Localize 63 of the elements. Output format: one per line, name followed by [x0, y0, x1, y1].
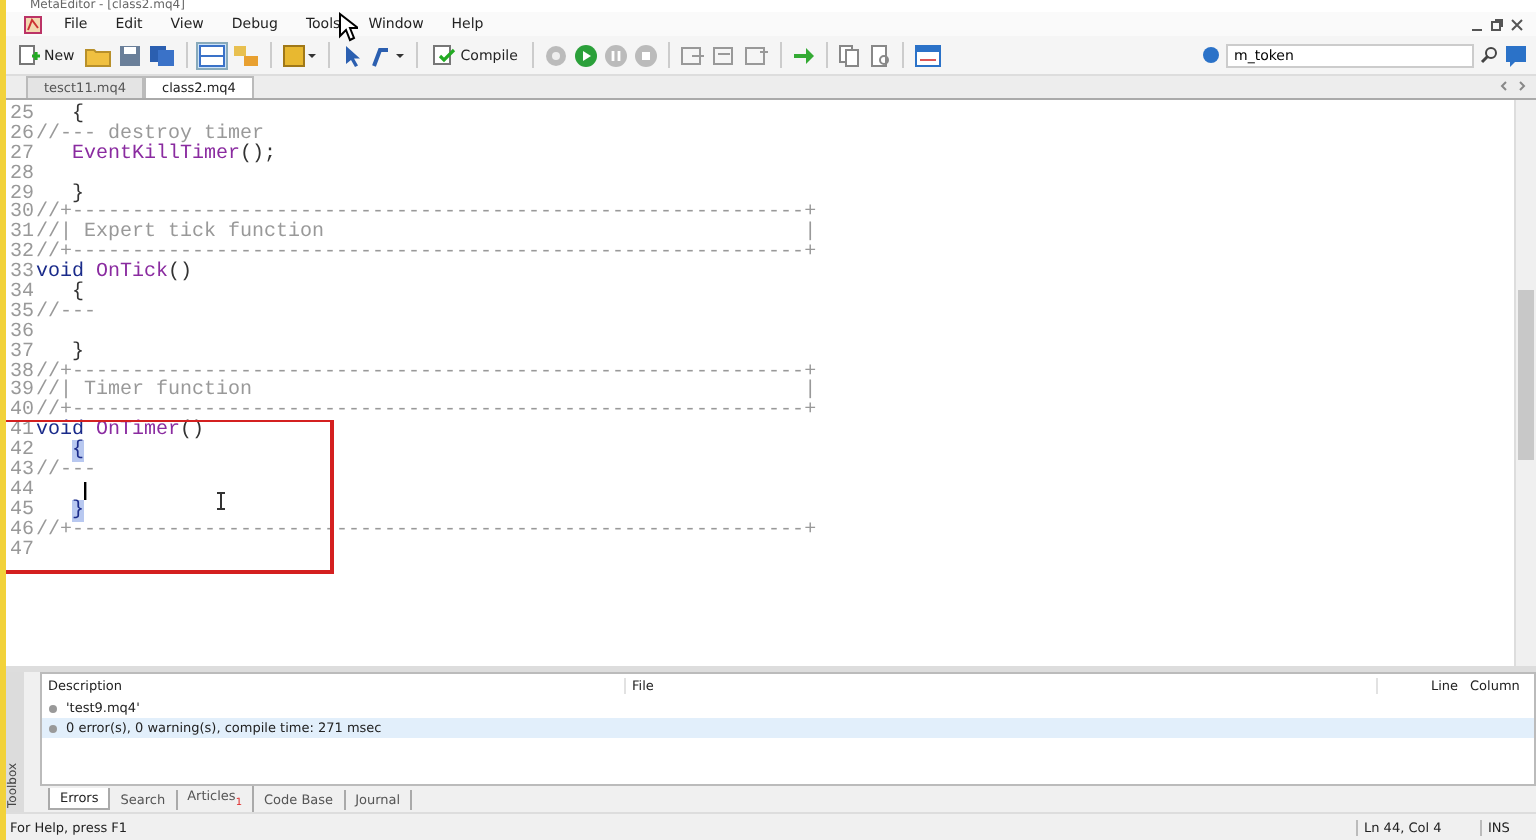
- line-number: 31: [8, 224, 34, 245]
- code-line: //---: [36, 303, 97, 324]
- scrollbar-thumb[interactable]: [1518, 290, 1534, 460]
- line-number: 30: [8, 204, 34, 225]
- restore-icon[interactable]: [1490, 17, 1504, 31]
- chat-icon[interactable]: [1504, 43, 1528, 67]
- line-number: 27: [8, 145, 34, 166]
- dot-icon: [48, 723, 58, 733]
- code-line: //--- destroy timer: [36, 125, 265, 146]
- pause-icon[interactable]: [603, 43, 628, 67]
- line-number: 36: [8, 323, 34, 344]
- line-number: 47: [8, 541, 34, 561]
- copy-icon[interactable]: [837, 43, 862, 67]
- line-number: 40: [8, 402, 34, 423]
- save-icon[interactable]: [118, 43, 143, 67]
- document-icon[interactable]: [867, 43, 892, 67]
- scroll-right-icon[interactable]: [1516, 80, 1528, 92]
- cursor-icon[interactable]: [340, 43, 365, 67]
- line-number: 34: [8, 284, 34, 304]
- folder-icon[interactable]: [84, 43, 113, 67]
- insert-icon[interactable]: [282, 43, 319, 67]
- code-line: {: [72, 284, 85, 304]
- text-cursor-icon: [216, 492, 226, 510]
- vertical-scrollbar[interactable]: [1514, 100, 1536, 666]
- line-number: 25: [8, 106, 34, 126]
- arrow-right-icon[interactable]: [791, 43, 816, 67]
- line-number: 46: [8, 521, 34, 542]
- new-file-icon: [18, 44, 40, 66]
- navigator-icon[interactable]: [232, 43, 261, 67]
- code-line: //---: [36, 462, 97, 482]
- search-icon[interactable]: [1480, 46, 1498, 64]
- code-line: EventKillTimer();: [70, 145, 277, 166]
- line-number: 38: [8, 363, 34, 383]
- line-number: 29: [8, 185, 34, 205]
- line-number: 44: [8, 481, 34, 502]
- line-number: 26: [8, 125, 34, 146]
- play-icon[interactable]: [573, 43, 598, 67]
- step-out-icon[interactable]: [743, 43, 770, 67]
- code-line: }: [72, 343, 85, 364]
- dot-icon: [48, 703, 58, 713]
- text-caret-icon: [84, 482, 88, 501]
- step-into-icon[interactable]: [679, 43, 706, 67]
- compile-icon: [432, 44, 457, 66]
- line-number: 33: [8, 264, 34, 285]
- line-number: 43: [8, 462, 34, 482]
- line-number: 37: [8, 343, 34, 364]
- line-number: 32: [8, 244, 34, 265]
- save-all-icon[interactable]: [148, 43, 177, 67]
- line-number: 42: [8, 442, 34, 463]
- app-icon: [24, 15, 42, 33]
- line-number: 35: [8, 303, 34, 324]
- step-over-icon[interactable]: [711, 43, 738, 67]
- line-number: 39: [8, 382, 34, 403]
- line-number: 45: [8, 501, 34, 522]
- function-icon[interactable]: [370, 43, 407, 67]
- code-line: }: [72, 185, 85, 205]
- window-layout-icon[interactable]: [198, 43, 227, 67]
- scroll-left-icon[interactable]: [1498, 80, 1510, 92]
- line-number: 28: [8, 165, 34, 186]
- stop-icon[interactable]: [633, 43, 658, 67]
- window-icon[interactable]: [913, 43, 942, 67]
- code-line: {: [72, 106, 85, 126]
- close-icon[interactable]: [1510, 17, 1524, 31]
